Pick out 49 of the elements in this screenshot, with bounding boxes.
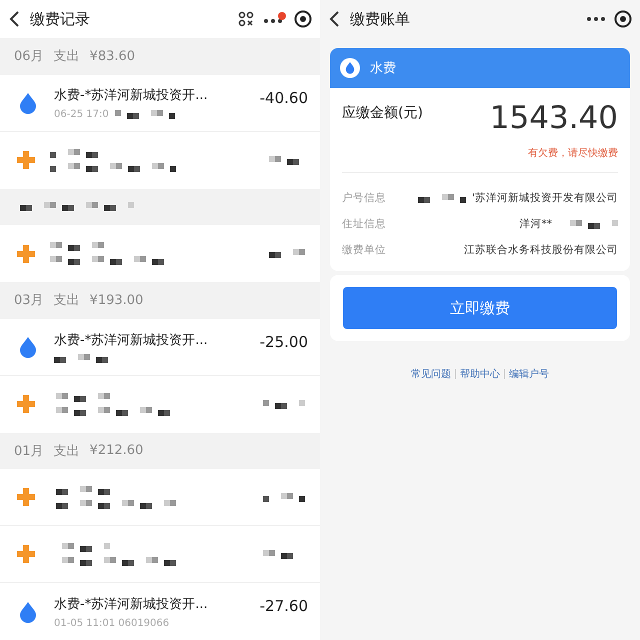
mosaic-drawing	[263, 492, 308, 502]
pay-button[interactable]: 立即缴费	[343, 287, 617, 329]
bill-type: 水费	[370, 60, 396, 77]
help-link[interactable]: 常见问题	[411, 367, 451, 381]
info-label: 住址信息	[342, 217, 386, 231]
page-title: 缴费账单	[350, 10, 411, 28]
plus-icon	[16, 544, 36, 564]
plus-icon	[16, 244, 36, 264]
expense-label: 支出	[54, 442, 80, 460]
amount-label: 应缴金额(元)	[342, 104, 423, 122]
plus-icon	[16, 150, 36, 170]
back-icon[interactable]	[8, 10, 20, 28]
bill-amount: -25.00	[260, 332, 308, 350]
info-label: 户号信息	[342, 191, 386, 205]
mosaic-drawing	[263, 400, 308, 408]
month-label: 01月	[14, 442, 44, 460]
page-title: 缴费记录	[30, 10, 91, 28]
bill-amount: -27.60	[260, 597, 308, 615]
bill-time: 01-05 11:01 06019066	[54, 618, 170, 628]
bill-time: 06-25 17:0	[54, 108, 109, 120]
month-label: 03月	[14, 292, 44, 310]
bill-title: 水费-*苏洋河新城投资开...	[54, 596, 209, 612]
mosaic-drawing	[114, 110, 175, 118]
bill-amount: -40.60	[260, 88, 308, 106]
more-icon[interactable]	[586, 15, 606, 23]
info-label: 缴费单位	[342, 243, 386, 257]
expense-total: ¥212.60	[90, 443, 144, 458]
plus-icon	[16, 394, 36, 414]
expense-label: 支出	[54, 292, 80, 310]
bill-title: 水费-*苏洋河新城投资开...	[54, 86, 209, 104]
help-link[interactable]: 帮助中心	[460, 367, 500, 381]
record-icon[interactable]	[294, 10, 312, 28]
info-value: 江苏联合水务科技股份有限公司	[464, 243, 618, 257]
scan-icon[interactable]	[238, 11, 254, 27]
arrears-notice: 有欠费，请尽快缴费	[342, 146, 618, 173]
expense-total: ¥193.00	[90, 292, 144, 308]
record-icon[interactable]	[614, 10, 632, 28]
expense-label: 支出	[54, 48, 80, 66]
expense-total: ¥83.60	[90, 48, 136, 64]
month-label: 06月	[14, 48, 44, 66]
water-drop-icon	[340, 58, 360, 78]
info-value: '苏洋河新城投资开发有限公司	[472, 191, 618, 205]
more-icon[interactable]	[262, 12, 286, 26]
amount-due: 1543.40	[490, 100, 618, 136]
info-value: 洋河**	[520, 217, 552, 231]
back-icon[interactable]	[328, 10, 340, 28]
bill-title: 水费-*苏洋河新城投资开...	[54, 332, 209, 348]
plus-icon	[16, 487, 36, 507]
help-link[interactable]: 编辑户号	[509, 367, 549, 381]
